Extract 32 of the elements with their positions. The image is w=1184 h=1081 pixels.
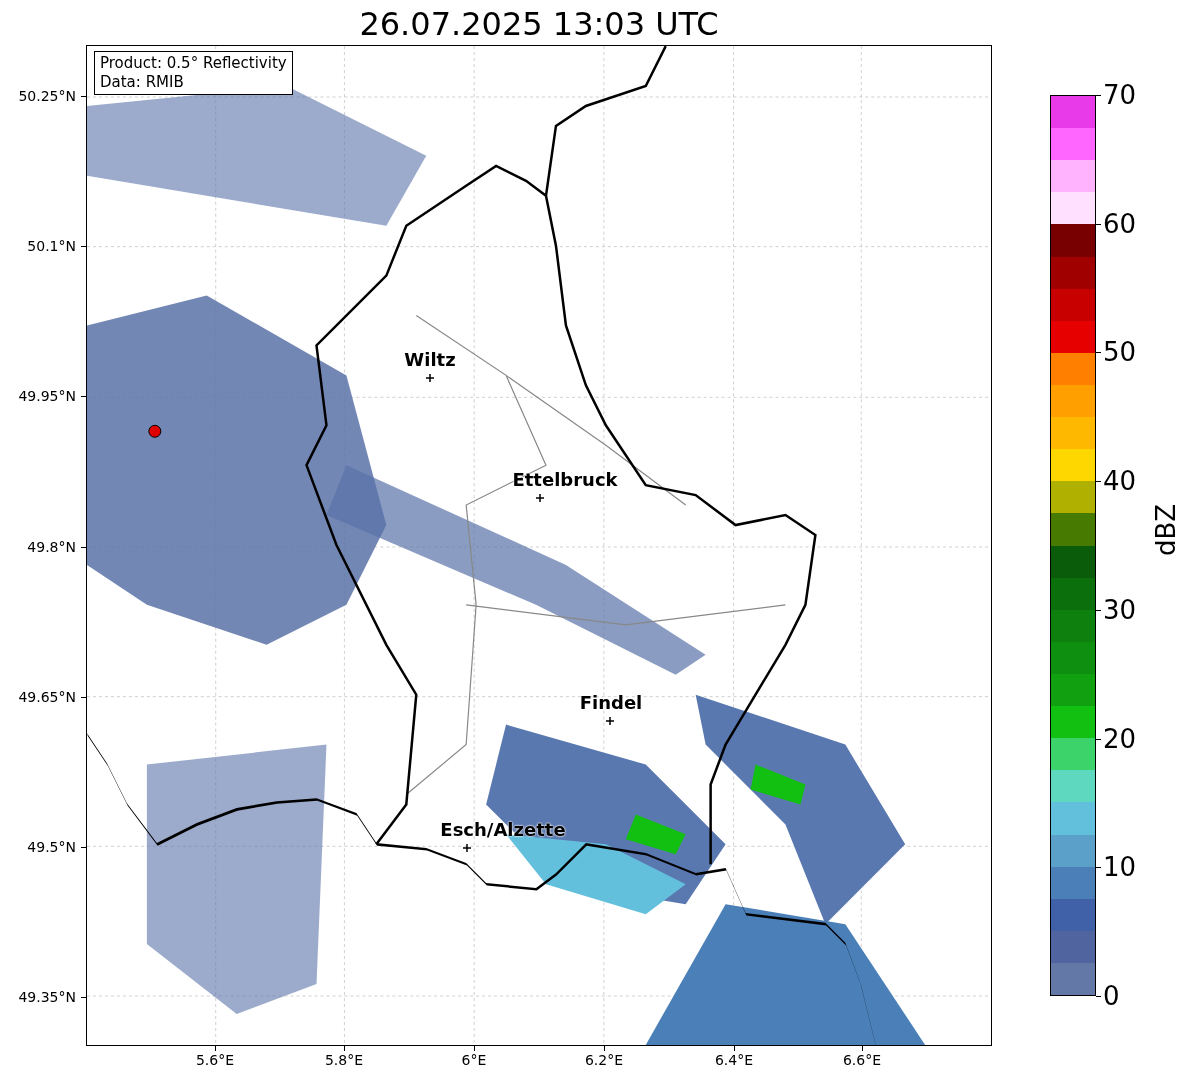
- colorbar-tick-label: 10: [1103, 853, 1137, 882]
- colorbar-tick-label: 0: [1103, 982, 1120, 1010]
- city-marker-icon: [463, 844, 471, 852]
- city-label: Ettelbruck: [512, 470, 618, 490]
- colorbar-tick-label: 20: [1103, 724, 1137, 753]
- city-marker-icon: [536, 494, 544, 502]
- axis-tick-label: 6.4°E: [714, 1052, 754, 1068]
- city-label: Findel: [579, 693, 643, 713]
- colorbar-title: dBZ: [1149, 503, 1182, 557]
- axis-tick-label: 49.95°N: [18, 388, 76, 405]
- colorbar-tick-label: 40: [1103, 467, 1137, 496]
- axis-tick-label: 50.25°N: [18, 88, 76, 104]
- city-marker-icon: [606, 717, 614, 725]
- axis-tick-label: 6°E: [461, 1052, 487, 1068]
- colorbar-tick-label: 60: [1103, 209, 1137, 238]
- colorbar-tick-label: 70: [1103, 81, 1137, 109]
- axis-tick-label: 49.35°N: [18, 989, 76, 1006]
- axis-tick-label: 6.6°E: [842, 1052, 882, 1068]
- colorbar-tick-label: 30: [1103, 595, 1137, 624]
- axis-tick-label: 49.8°N: [27, 538, 76, 555]
- city-label: Wiltz: [404, 350, 456, 370]
- city-marker-icon: [426, 374, 434, 382]
- info-text: Data: RMIB: [100, 73, 185, 92]
- chart-title: 26.07.2025 13:03 UTC: [358, 4, 720, 44]
- axis-tick-label: 5.6°E: [195, 1052, 235, 1068]
- axis-tick-label: 50.1°N: [27, 238, 76, 255]
- colorbar-tick-label: 50: [1103, 338, 1137, 367]
- axis-tick-label: 49.65°N: [18, 688, 76, 705]
- axis-tick-label: 5.8°E: [324, 1052, 364, 1068]
- axis-tick-label: 49.5°N: [27, 839, 76, 855]
- axis-tick-label: 6.2°E: [584, 1052, 624, 1068]
- info-text: Product: 0.5° Reflectivity: [100, 54, 287, 73]
